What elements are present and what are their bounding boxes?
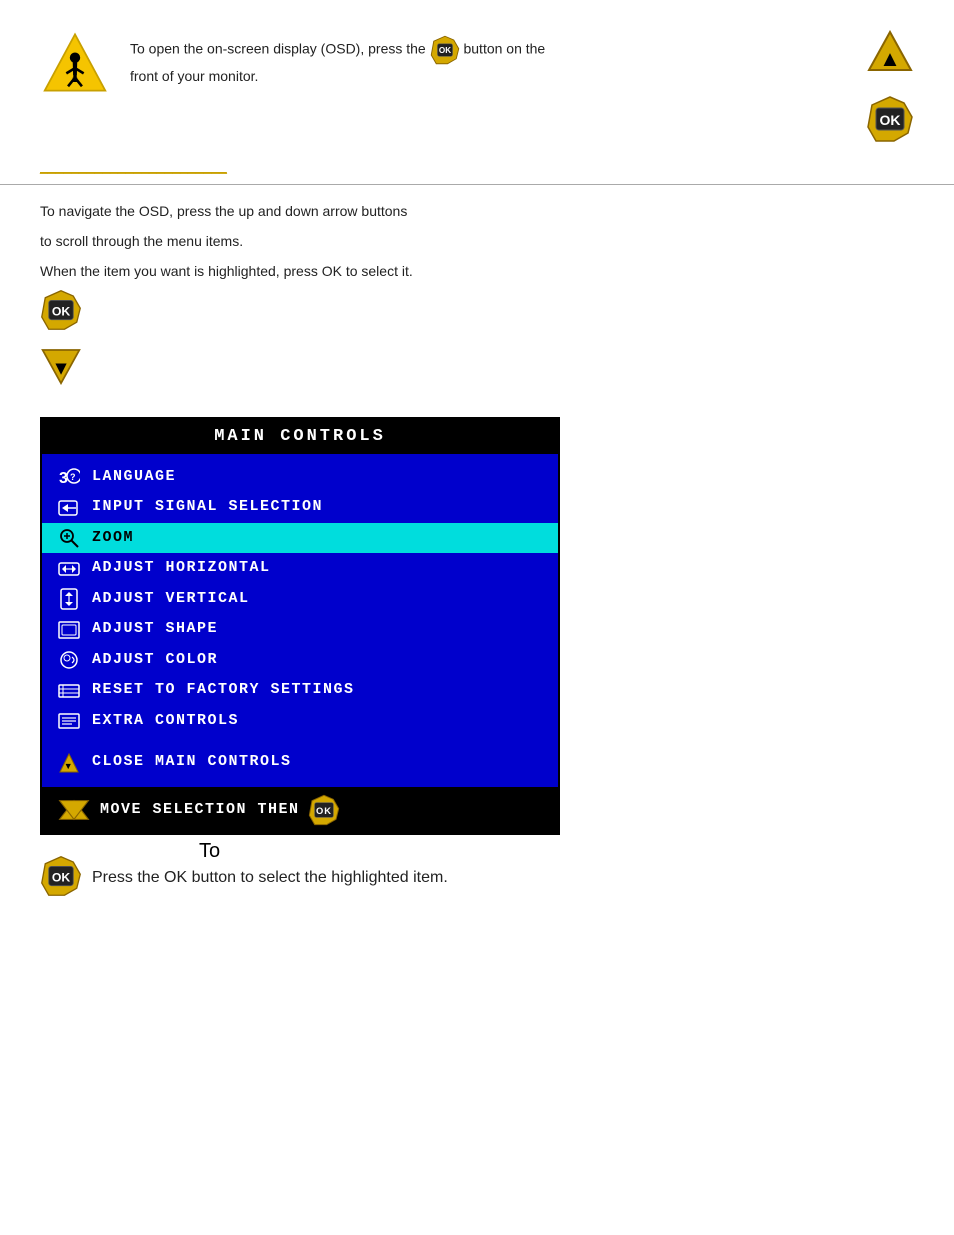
extra-icon	[56, 710, 82, 732]
middle-para1: To navigate the OSD, press the up and do…	[40, 200, 914, 224]
osd-container: MAIN CONTROLS 3 ? LANGUAGE	[40, 417, 560, 835]
warning-icon: !	[40, 30, 110, 100]
osd-item-color[interactable]: ADJUST COLOR	[42, 645, 558, 676]
color-icon	[56, 649, 82, 671]
input-icon	[56, 497, 82, 519]
middle-section: To navigate the OSD, press the up and do…	[0, 185, 954, 407]
up-arrow-button: ▲	[866, 30, 914, 83]
osd-item-vertical[interactable]: ADJUST VERTICAL	[42, 584, 558, 615]
svg-text:OK: OK	[52, 305, 71, 319]
osd-item-horizontal[interactable]: ADJUST HORIZONTAL	[42, 553, 558, 584]
osd-item-horizontal-label: ADJUST HORIZONTAL	[92, 557, 271, 580]
osd-item-close-label: CLOSE MAIN CONTROLS	[92, 751, 292, 774]
osd-footer: MOVE SELECTION THEN OK	[42, 787, 558, 833]
shape-icon	[56, 619, 82, 641]
link-line[interactable]: ________________________	[40, 158, 914, 174]
ok-button-top[interactable]: OK	[866, 95, 914, 148]
vertical-icon	[56, 588, 82, 610]
osd-item-input-label: INPUT SIGNAL SELECTION	[92, 496, 323, 519]
down-arrow-row: ▼	[40, 343, 914, 393]
middle-para3: When the item you want is highlighted, p…	[40, 260, 914, 284]
language-icon: 3 ?	[56, 466, 82, 488]
osd-item-close[interactable]: ▼ CLOSE MAIN CONTROLS	[42, 746, 558, 779]
middle-para2: to scroll through the menu items.	[40, 230, 914, 254]
osd-item-color-label: ADJUST COLOR	[92, 649, 218, 672]
to-label-detected: To	[199, 840, 220, 863]
osd-item-reset[interactable]: RESET TO FACTORY SETTINGS	[42, 675, 558, 706]
osd-item-reset-label: RESET TO FACTORY SETTINGS	[92, 679, 355, 702]
horizontal-icon	[56, 558, 82, 580]
osd-item-language[interactable]: 3 ? LANGUAGE	[42, 462, 558, 493]
osd-items: 3 ? LANGUAGE INPUT SIGNAL SELECTION	[42, 454, 558, 787]
bottom-ok-section: OK Press the OK button to select the hig…	[40, 855, 914, 902]
down-arrow-button: ▼	[40, 343, 82, 393]
reset-icon	[56, 680, 82, 702]
zoom-icon	[56, 527, 82, 549]
osd-item-zoom[interactable]: ZOOM	[42, 523, 558, 554]
ok-button-bottom[interactable]: OK	[40, 855, 82, 902]
bottom-text: Press the OK button to select the highli…	[92, 869, 448, 887]
osd-item-zoom-label: ZOOM	[92, 527, 134, 550]
svg-text:▼: ▼	[51, 359, 70, 380]
osd-item-extra[interactable]: EXTRA CONTROLS	[42, 706, 558, 737]
osd-title: MAIN CONTROLS	[42, 419, 558, 454]
osd-item-input[interactable]: INPUT SIGNAL SELECTION	[42, 492, 558, 523]
osd-spacer	[42, 736, 558, 746]
ok-button-inline: OK	[430, 35, 460, 65]
top-section: ! To open the on-screen display (OSD), p…	[0, 0, 954, 184]
osd-item-language-label: LANGUAGE	[92, 466, 176, 489]
svg-text:?: ?	[70, 472, 77, 482]
footer-ok-icon: OK	[308, 794, 340, 826]
osd-item-extra-label: EXTRA CONTROLS	[92, 710, 239, 733]
svg-text:OK: OK	[880, 112, 901, 128]
nav-arrows-icon	[56, 799, 92, 821]
osd-item-vertical-label: ADJUST VERTICAL	[92, 588, 250, 611]
svg-text:OK: OK	[52, 870, 71, 884]
osd-item-shape-label: ADJUST SHAPE	[92, 618, 218, 641]
ok-button-middle[interactable]: OK	[40, 289, 82, 339]
close-icon: ▼	[56, 752, 82, 774]
osd-menu: MAIN CONTROLS 3 ? LANGUAGE	[40, 417, 560, 835]
svg-text:▼: ▼	[64, 761, 74, 771]
color-label-detected: COLOR	[216, 811, 298, 834]
ok-icon-row: OK	[40, 289, 914, 339]
intro-text-block: To open the on-screen display (OSD), pre…	[130, 30, 566, 87]
svg-text:OK: OK	[439, 46, 451, 55]
svg-text:▲: ▲	[879, 46, 901, 71]
top-right-icons: ▲ OK	[866, 30, 914, 148]
intro-paragraph: To open the on-screen display (OSD), pre…	[130, 35, 566, 87]
osd-item-shape[interactable]: ADJUST SHAPE	[42, 614, 558, 645]
svg-text:OK: OK	[316, 806, 332, 816]
